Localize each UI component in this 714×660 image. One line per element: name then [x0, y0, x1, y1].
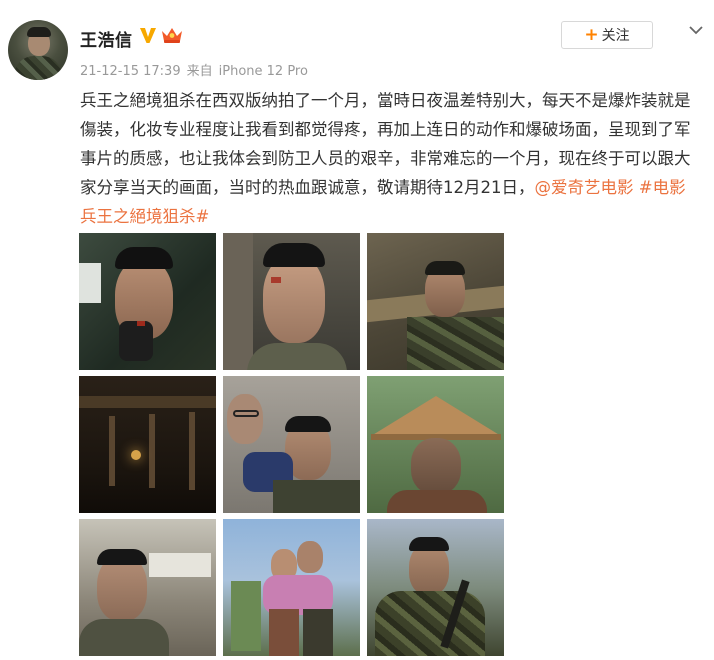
photo-5-uniform [273, 480, 360, 513]
photo-8-face [297, 541, 323, 573]
username[interactable]: 王浩信 [80, 26, 133, 51]
photo-5-hair [285, 416, 331, 432]
chevron-down-icon[interactable] [688, 24, 704, 36]
post-meta: 21-12-15 17:39 来自 iPhone 12 Pro [80, 60, 314, 79]
avatar-camo [14, 56, 62, 80]
verified-v-icon [140, 28, 156, 43]
photo-9-camo [375, 591, 485, 656]
photo-7-shirt [79, 619, 169, 656]
photo-9-hair [409, 537, 449, 551]
post-text: 兵王之絕境狙杀在西双版纳拍了一个月，當時日夜温差特别大，每天不是爆炸装就是傷装，… [80, 86, 700, 231]
photo-2-wall [223, 233, 253, 370]
follow-label: 关注 [601, 28, 630, 44]
photo-2-face [263, 255, 325, 343]
plus-icon: + [584, 24, 599, 45]
photo-6-hat [371, 396, 501, 436]
photo-4-lamp [131, 450, 141, 460]
photo-2-wound [271, 277, 281, 283]
photo-1-hair [115, 247, 173, 269]
photo-4-post-2 [149, 414, 155, 488]
photo-3-hair [425, 261, 465, 275]
image-grid [79, 233, 505, 656]
photo-2[interactable] [223, 233, 360, 370]
photo-8-tree [231, 581, 261, 651]
source-device: iPhone 12 Pro [218, 64, 308, 79]
crown-vip-icon[interactable] [160, 26, 184, 44]
photo-1-wound [137, 321, 145, 326]
photo-1[interactable] [79, 233, 216, 370]
photo-3-camo [407, 317, 504, 370]
photo-1-hand [119, 321, 153, 361]
mention-link[interactable]: @爱奇艺电影 [535, 178, 634, 197]
photo-7-hair [97, 549, 147, 565]
photo-2-shirt [247, 343, 347, 370]
photo-7[interactable] [79, 519, 216, 656]
photo-8-pants [303, 609, 333, 656]
photo-5-face-left [227, 394, 263, 444]
photo-3[interactable] [367, 233, 504, 370]
photo-6[interactable] [367, 376, 504, 513]
photo-4[interactable] [79, 376, 216, 513]
follow-button[interactable]: + 关注 [561, 21, 653, 49]
photo-4-roof [79, 396, 216, 408]
photo-4-post-3 [189, 412, 195, 490]
photo-8-dress [269, 609, 299, 656]
weibo-post-card: 王浩信 21-12-15 17:39 来自 iPhone 12 Pro + 关注 兵… [0, 0, 714, 660]
photo-8[interactable] [223, 519, 360, 656]
avatar[interactable] [8, 20, 68, 80]
photo-5-glasses [233, 410, 259, 417]
photo-1-light [79, 263, 101, 303]
photo-9[interactable] [367, 519, 504, 656]
photo-6-shirt [387, 490, 487, 513]
photo-2-hair [263, 243, 325, 267]
avatar-hair [27, 27, 51, 37]
source-prefix: 来自 [186, 64, 213, 79]
photo-7-van [149, 553, 211, 577]
photo-6-face [411, 438, 461, 494]
post-timestamp[interactable]: 21-12-15 17:39 [80, 64, 181, 79]
photo-4-post [109, 416, 115, 486]
photo-5[interactable] [223, 376, 360, 513]
